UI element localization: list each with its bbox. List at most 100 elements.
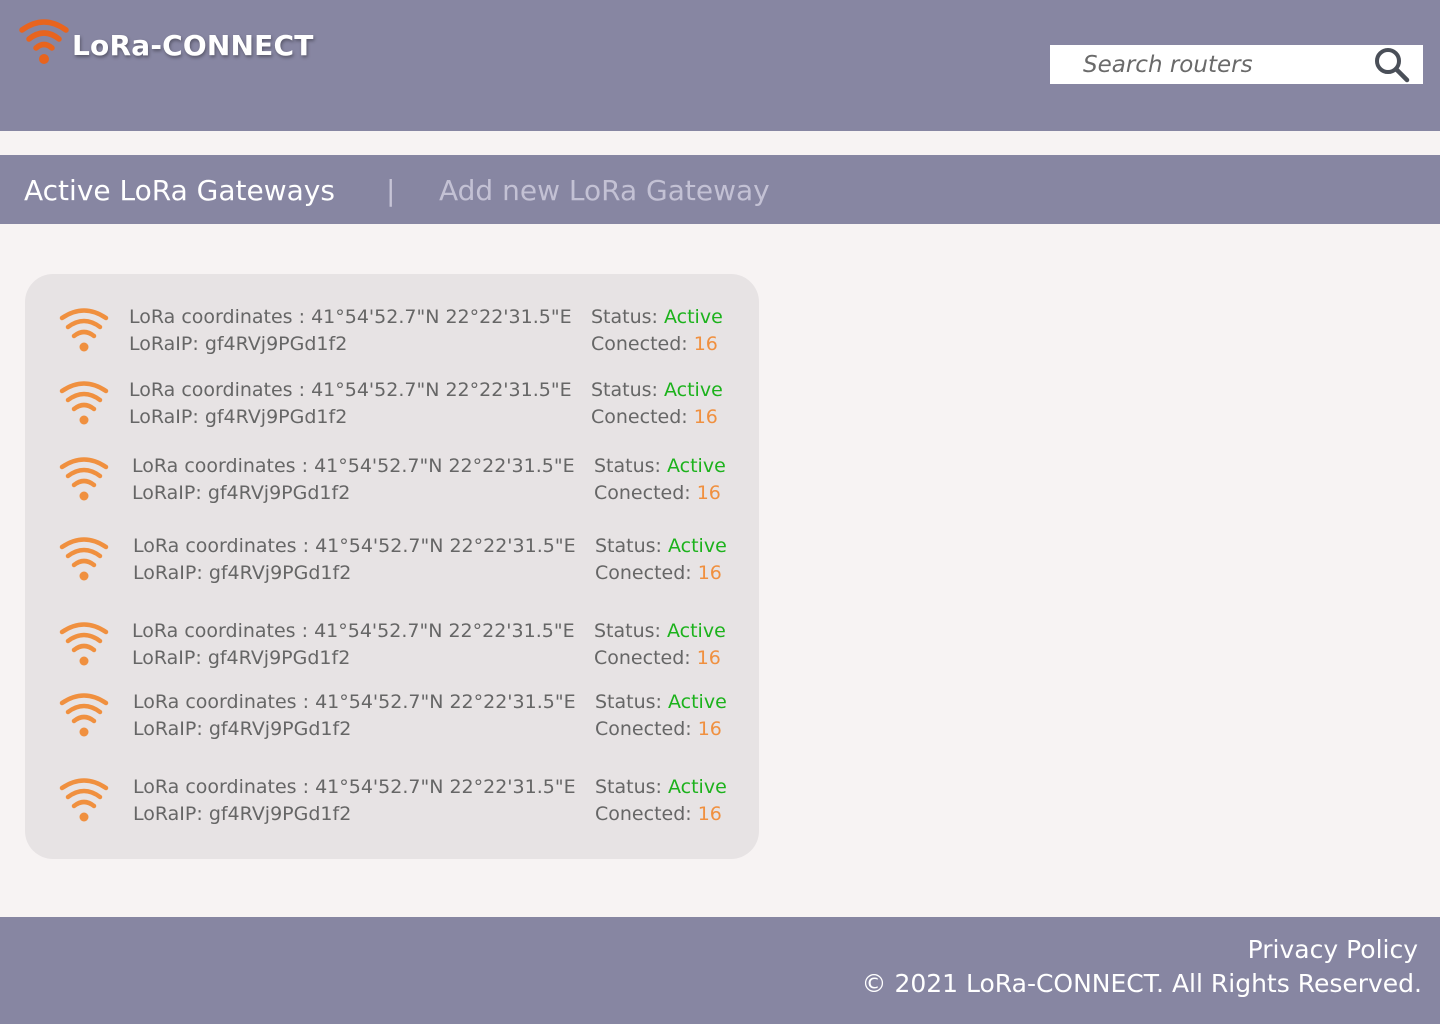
status-line: Status: Active — [595, 689, 727, 716]
connected-line: Conected: 16 — [595, 560, 727, 587]
search-bar — [1050, 45, 1423, 84]
gateway-status: Status: Active Conected: 16 — [591, 304, 723, 358]
status-badge: Active — [668, 776, 727, 798]
gateway-coordinates: LoRa coordinates : 41°54'52.7"N 22°22'31… — [132, 453, 575, 480]
footer: Privacy Policy © 2021 LoRa-CONNECT. All … — [0, 917, 1440, 1024]
status-line: Status: Active — [591, 377, 723, 404]
status-badge: Active — [667, 455, 726, 477]
connected-line: Conected: 16 — [594, 645, 726, 672]
status-label: Status: — [595, 535, 662, 557]
coordinates-label: LoRa coordinates : — [133, 776, 310, 798]
connected-count: 16 — [697, 562, 722, 584]
search-input[interactable] — [1050, 45, 1360, 84]
coordinates-value: 41°54'52.7"N 22°22'31.5"E — [314, 620, 575, 642]
gateway-list-panel: LoRa coordinates : 41°54'52.7"N 22°22'31… — [25, 274, 759, 859]
coordinates-value: 41°54'52.7"N 22°22'31.5"E — [315, 535, 576, 557]
ip-label: LoRaIP: — [133, 718, 203, 740]
connected-label: Conected: — [594, 647, 691, 669]
gateway-row[interactable]: LoRa coordinates : 41°54'52.7"N 22°22'31… — [25, 618, 759, 678]
ip-label: LoRaIP: — [133, 803, 203, 825]
gateway-coordinates: LoRa coordinates : 41°54'52.7"N 22°22'31… — [133, 774, 576, 801]
gateway-ip: LoRaIP: gf4RVj9PGd1f2 — [133, 716, 576, 743]
wifi-icon — [59, 308, 109, 352]
connected-line: Conected: 16 — [594, 480, 726, 507]
connected-label: Conected: — [595, 803, 692, 825]
privacy-policy-link[interactable]: Privacy Policy — [1248, 935, 1418, 964]
wifi-icon — [19, 19, 69, 64]
gateway-info: LoRa coordinates : 41°54'52.7"N 22°22'31… — [129, 304, 572, 358]
ip-label: LoRaIP: — [133, 562, 203, 584]
tab-active-gateways[interactable]: Active LoRa Gateways — [24, 174, 335, 207]
ip-value: gf4RVj9PGd1f2 — [208, 718, 352, 740]
gateway-info: LoRa coordinates : 41°54'52.7"N 22°22'31… — [133, 774, 576, 828]
gateway-info: LoRa coordinates : 41°54'52.7"N 22°22'31… — [133, 689, 576, 743]
tab-add-gateway[interactable]: Add new LoRa Gateway — [439, 174, 770, 207]
wifi-icon — [59, 622, 109, 666]
coordinates-value: 41°54'52.7"N 22°22'31.5"E — [315, 691, 576, 713]
gateway-coordinates: LoRa coordinates : 41°54'52.7"N 22°22'31… — [133, 689, 576, 716]
connected-count: 16 — [697, 718, 722, 740]
connected-line: Conected: 16 — [591, 404, 723, 431]
gateway-ip: LoRaIP: gf4RVj9PGd1f2 — [133, 560, 576, 587]
header: LoRa-CONNECT — [0, 0, 1440, 131]
connected-line: Conected: 16 — [591, 331, 723, 358]
search-icon[interactable] — [1373, 47, 1411, 83]
status-line: Status: Active — [595, 533, 727, 560]
brand-logo[interactable]: LoRa-CONNECT — [18, 16, 314, 68]
status-line: Status: Active — [594, 618, 726, 645]
connected-label: Conected: — [591, 333, 688, 355]
status-badge: Active — [668, 691, 727, 713]
gateway-row[interactable]: LoRa coordinates : 41°54'52.7"N 22°22'31… — [25, 377, 759, 437]
connected-line: Conected: 16 — [595, 716, 727, 743]
ip-value: gf4RVj9PGd1f2 — [208, 562, 352, 584]
status-label: Status: — [594, 620, 661, 642]
gateway-coordinates: LoRa coordinates : 41°54'52.7"N 22°22'31… — [129, 304, 572, 331]
connected-line: Conected: 16 — [595, 801, 727, 828]
wifi-icon — [59, 457, 109, 501]
gateway-coordinates: LoRa coordinates : 41°54'52.7"N 22°22'31… — [129, 377, 572, 404]
gateway-status: Status: Active Conected: 16 — [594, 453, 726, 507]
coordinates-value: 41°54'52.7"N 22°22'31.5"E — [311, 306, 572, 328]
gateway-row[interactable]: LoRa coordinates : 41°54'52.7"N 22°22'31… — [25, 304, 759, 364]
status-label: Status: — [595, 691, 662, 713]
status-badge: Active — [664, 306, 723, 328]
gateway-info: LoRa coordinates : 41°54'52.7"N 22°22'31… — [133, 533, 576, 587]
status-label: Status: — [595, 776, 662, 798]
gateway-coordinates: LoRa coordinates : 41°54'52.7"N 22°22'31… — [133, 533, 576, 560]
wifi-icon — [59, 381, 109, 425]
status-label: Status: — [594, 455, 661, 477]
coordinates-label: LoRa coordinates : — [133, 535, 310, 557]
gateway-row[interactable]: LoRa coordinates : 41°54'52.7"N 22°22'31… — [25, 689, 759, 749]
status-line: Status: Active — [595, 774, 727, 801]
gateway-row[interactable]: LoRa coordinates : 41°54'52.7"N 22°22'31… — [25, 774, 759, 834]
connected-count: 16 — [696, 482, 721, 504]
connected-count: 16 — [693, 333, 718, 355]
gateway-status: Status: Active Conected: 16 — [595, 533, 727, 587]
ip-value: gf4RVj9PGd1f2 — [207, 482, 351, 504]
ip-label: LoRaIP: — [129, 333, 199, 355]
coordinates-value: 41°54'52.7"N 22°22'31.5"E — [314, 455, 575, 477]
connected-label: Conected: — [591, 406, 688, 428]
connected-count: 16 — [693, 406, 718, 428]
coordinates-label: LoRa coordinates : — [133, 691, 310, 713]
gateway-row[interactable]: LoRa coordinates : 41°54'52.7"N 22°22'31… — [25, 533, 759, 593]
gateway-row[interactable]: LoRa coordinates : 41°54'52.7"N 22°22'31… — [25, 453, 759, 513]
coordinates-label: LoRa coordinates : — [129, 379, 306, 401]
status-label: Status: — [591, 379, 658, 401]
ip-value: gf4RVj9PGd1f2 — [204, 406, 348, 428]
gateway-ip: LoRaIP: gf4RVj9PGd1f2 — [133, 801, 576, 828]
gateway-ip: LoRaIP: gf4RVj9PGd1f2 — [132, 480, 575, 507]
gateway-info: LoRa coordinates : 41°54'52.7"N 22°22'31… — [129, 377, 572, 431]
gateway-ip: LoRaIP: gf4RVj9PGd1f2 — [132, 645, 575, 672]
brand-name: LoRa-CONNECT — [72, 28, 314, 62]
ip-value: gf4RVj9PGd1f2 — [204, 333, 348, 355]
ip-value: gf4RVj9PGd1f2 — [208, 803, 352, 825]
gateway-status: Status: Active Conected: 16 — [591, 377, 723, 431]
ip-label: LoRaIP: — [132, 482, 202, 504]
gateway-status: Status: Active Conected: 16 — [595, 689, 727, 743]
status-badge: Active — [664, 379, 723, 401]
connected-count: 16 — [697, 803, 722, 825]
ip-label: LoRaIP: — [132, 647, 202, 669]
coordinates-label: LoRa coordinates : — [129, 306, 306, 328]
wifi-icon — [59, 693, 109, 737]
